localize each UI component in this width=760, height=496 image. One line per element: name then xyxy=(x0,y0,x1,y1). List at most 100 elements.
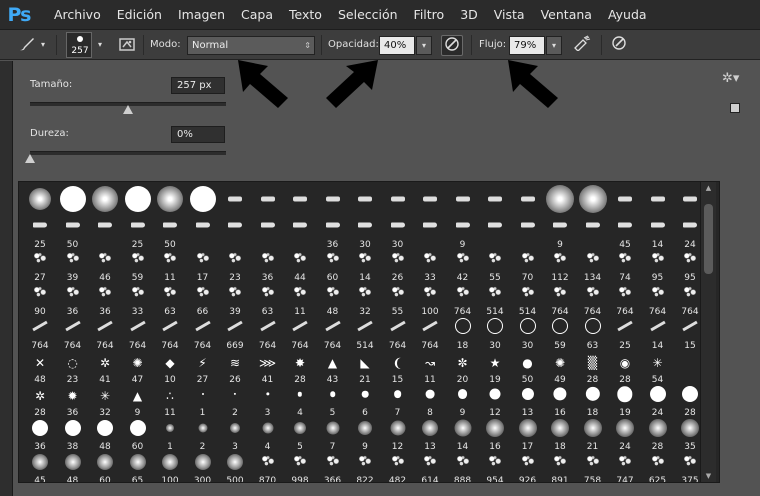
brush-preset-item[interactable] xyxy=(512,216,544,250)
brush-preset-item[interactable] xyxy=(577,182,609,216)
brush-preset-item[interactable] xyxy=(252,182,284,216)
brush-preset-item[interactable]: ⚡ 27 xyxy=(187,351,219,385)
brush-preset-item[interactable] xyxy=(447,182,479,216)
brush-preset-item[interactable]: 45 xyxy=(24,452,56,482)
brush-preset-item[interactable]: ● 50 xyxy=(512,351,544,385)
brush-preset-item[interactable]: 60 xyxy=(122,418,154,452)
brush-preset-item[interactable]: 25 xyxy=(24,216,56,250)
brush-preset-item[interactable]: 42 xyxy=(447,249,479,283)
brush-preset-item[interactable]: 764 xyxy=(382,317,414,351)
hardness-slider-track[interactable] xyxy=(30,151,226,155)
brush-preset-item[interactable]: ★ 19 xyxy=(479,351,511,385)
brush-preset-item[interactable]: 55 xyxy=(479,249,511,283)
brush-preset-item[interactable]: 764 xyxy=(447,283,479,317)
brush-preset-item[interactable]: 764 xyxy=(24,317,56,351)
brush-preset-item[interactable]: 482 xyxy=(382,452,414,482)
brush-preset-item[interactable] xyxy=(284,216,316,250)
brush-preset-item[interactable] xyxy=(24,182,56,216)
brush-preset-item[interactable]: 39 xyxy=(219,283,251,317)
brush-preset-item[interactable]: ◉ 28 xyxy=(609,351,641,385)
brush-preset-item[interactable]: 24 xyxy=(642,384,674,418)
brush-preset-item[interactable]: 36 xyxy=(24,418,56,452)
brush-preset-item[interactable]: ✺ 47 xyxy=(122,351,154,385)
brush-preset-item[interactable]: 1 xyxy=(154,418,186,452)
brush-preset-item[interactable]: 32 xyxy=(349,283,381,317)
scroll-up-icon[interactable]: ▲ xyxy=(701,182,716,194)
brush-preset-item[interactable]: 764 xyxy=(187,317,219,351)
brush-preset-item[interactable]: 46 xyxy=(89,249,121,283)
brush-preset-item[interactable]: 36 xyxy=(89,283,121,317)
brush-preset-item[interactable]: ◣ 21 xyxy=(349,351,381,385)
brush-preset-item[interactable]: 25 xyxy=(122,216,154,250)
scroll-thumb[interactable] xyxy=(704,204,713,274)
brush-preset-item[interactable]: 60 xyxy=(317,249,349,283)
brush-preset-item[interactable]: 4 xyxy=(284,384,316,418)
brush-preset-item[interactable] xyxy=(187,182,219,216)
brush-preset-item[interactable]: 33 xyxy=(414,249,446,283)
brush-preset-item[interactable] xyxy=(284,182,316,216)
brush-preset-item[interactable]: 26 xyxy=(382,249,414,283)
brush-preset-item[interactable]: 2 xyxy=(219,384,251,418)
brush-preset-item[interactable]: ▒ 28 xyxy=(577,351,609,385)
brush-preset-item[interactable] xyxy=(89,216,121,250)
brush-preset-item[interactable] xyxy=(609,182,641,216)
brush-preset-item[interactable]: 18 xyxy=(544,418,576,452)
brush-preset-item[interactable]: 669 xyxy=(219,317,251,351)
brush-preset-item[interactable]: 59 xyxy=(544,317,576,351)
brush-preset-item[interactable]: 70 xyxy=(512,249,544,283)
brush-preset-item[interactable] xyxy=(414,182,446,216)
brush-preset-item[interactable]: 14 xyxy=(447,418,479,452)
brush-preset-item[interactable]: 9 xyxy=(349,418,381,452)
brush-preset-item[interactable]: 16 xyxy=(479,418,511,452)
brush-preset-item[interactable]: 63 xyxy=(154,283,186,317)
brush-preset-item[interactable]: 36 xyxy=(252,249,284,283)
brush-preset-item[interactable]: 870 xyxy=(252,452,284,482)
brush-preset-item[interactable] xyxy=(57,182,89,216)
brush-preset-item[interactable]: 7 xyxy=(382,384,414,418)
brush-preset-item[interactable]: 17 xyxy=(512,418,544,452)
brush-preset-item[interactable]: 500 xyxy=(219,452,251,482)
brush-preset-item[interactable]: 4 xyxy=(252,418,284,452)
brush-preset-item[interactable] xyxy=(219,182,251,216)
brush-preset-item[interactable]: 9 xyxy=(544,216,576,250)
brush-preset-item[interactable]: ↝ 11 xyxy=(414,351,446,385)
brush-preset-item[interactable]: 18 xyxy=(577,384,609,418)
brush-preset-item[interactable] xyxy=(512,182,544,216)
brush-preset-item[interactable]: 44 xyxy=(284,249,316,283)
brush-preset-item[interactable]: 758 xyxy=(577,452,609,482)
brush-preset-item[interactable]: 90 xyxy=(24,283,56,317)
brush-preset-item[interactable]: 50 xyxy=(154,216,186,250)
brush-preset-item[interactable]: ✳ 32 xyxy=(89,384,121,418)
brush-preset-item[interactable]: 50 xyxy=(57,216,89,250)
brush-preset-item[interactable]: 8 xyxy=(414,384,446,418)
brush-preset-item[interactable]: 100 xyxy=(154,452,186,482)
brush-preset-item[interactable]: 366 xyxy=(317,452,349,482)
brush-preset-item[interactable]: ✕ 48 xyxy=(24,351,56,385)
brush-preset-item[interactable]: 27 xyxy=(24,249,56,283)
brush-preset-item[interactable]: 12 xyxy=(382,418,414,452)
brush-preset-item[interactable]: 55 xyxy=(382,283,414,317)
brush-preset-item[interactable]: 36 xyxy=(317,216,349,250)
brush-preset-item[interactable]: 888 xyxy=(447,452,479,482)
brush-preset-item[interactable]: 28 xyxy=(642,418,674,452)
brush-preset-item[interactable]: 14 xyxy=(642,317,674,351)
brush-preset-item[interactable]: 300 xyxy=(187,452,219,482)
brush-preset-item[interactable]: 25 xyxy=(609,317,641,351)
brush-preset-item[interactable]: 891 xyxy=(544,452,576,482)
brush-preset-item[interactable]: ❨ 15 xyxy=(382,351,414,385)
brush-preset-item[interactable] xyxy=(349,182,381,216)
brush-preset-item[interactable]: 48 xyxy=(317,283,349,317)
brush-preset-item[interactable]: 134 xyxy=(577,249,609,283)
brush-preset-item[interactable]: 48 xyxy=(57,452,89,482)
brush-preset-item[interactable] xyxy=(544,182,576,216)
brush-preset-item[interactable]: 764 xyxy=(252,317,284,351)
brush-preset-item[interactable] xyxy=(577,216,609,250)
brush-preset-item[interactable]: 63 xyxy=(577,317,609,351)
brush-preset-item[interactable] xyxy=(89,182,121,216)
brush-preset-item[interactable] xyxy=(479,182,511,216)
brush-preset-item[interactable]: ⋙ 41 xyxy=(252,351,284,385)
brush-preset-item[interactable]: 18 xyxy=(447,317,479,351)
brush-preset-item[interactable]: 764 xyxy=(89,317,121,351)
brush-preset-item[interactable] xyxy=(414,216,446,250)
brush-preset-item[interactable]: 764 xyxy=(577,283,609,317)
